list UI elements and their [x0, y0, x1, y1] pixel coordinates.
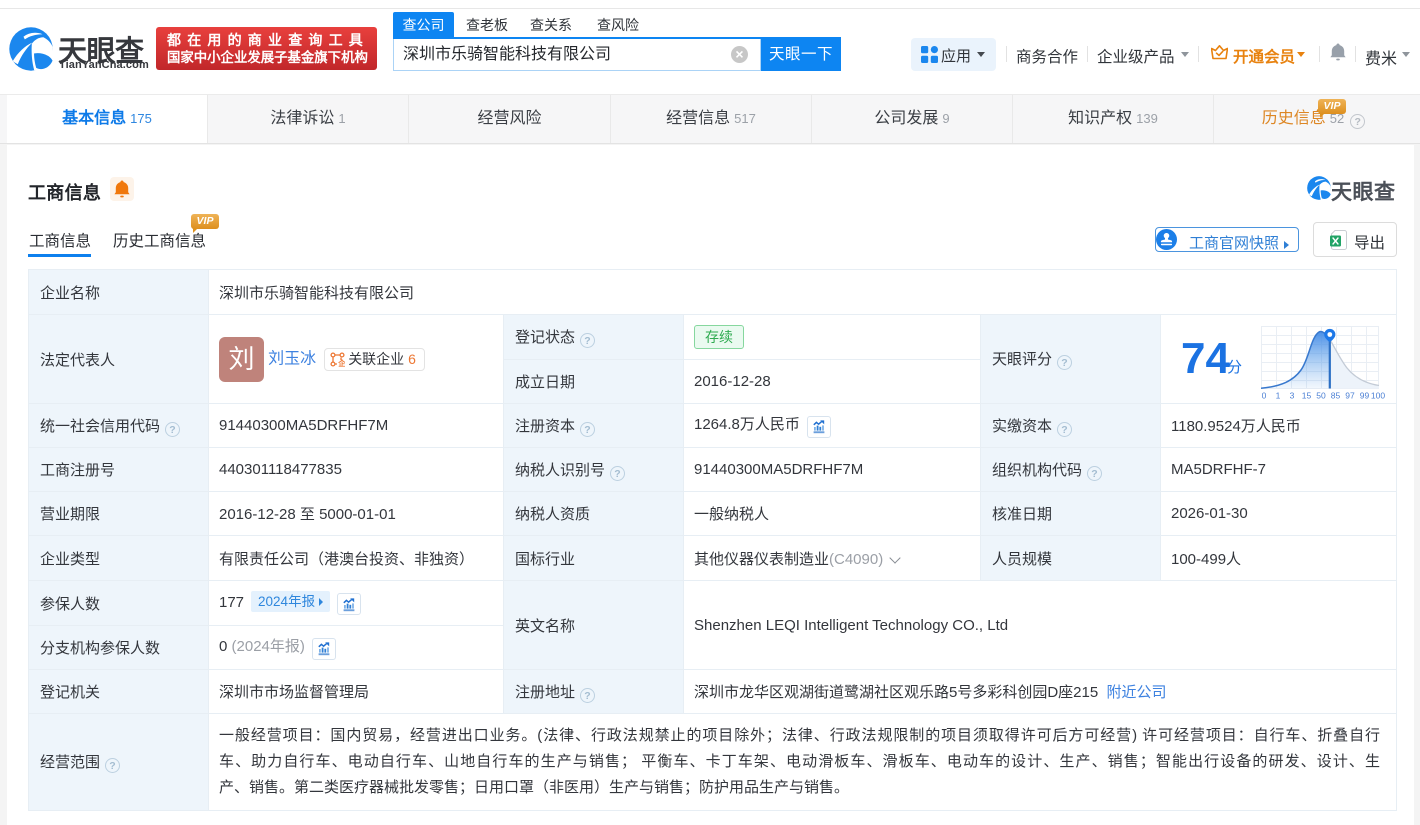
svg-text:85: 85 [1331, 391, 1341, 401]
svg-text:50: 50 [1316, 391, 1326, 401]
svg-text:企: 企 [337, 358, 345, 367]
svg-text:0: 0 [1262, 391, 1267, 401]
svg-text:15: 15 [1302, 391, 1312, 401]
svg-text:99: 99 [1360, 391, 1370, 401]
svg-text:1: 1 [1276, 391, 1281, 401]
svg-text:97: 97 [1345, 391, 1355, 401]
svg-text:100: 100 [1371, 391, 1385, 401]
svg-text:3: 3 [1290, 391, 1295, 401]
